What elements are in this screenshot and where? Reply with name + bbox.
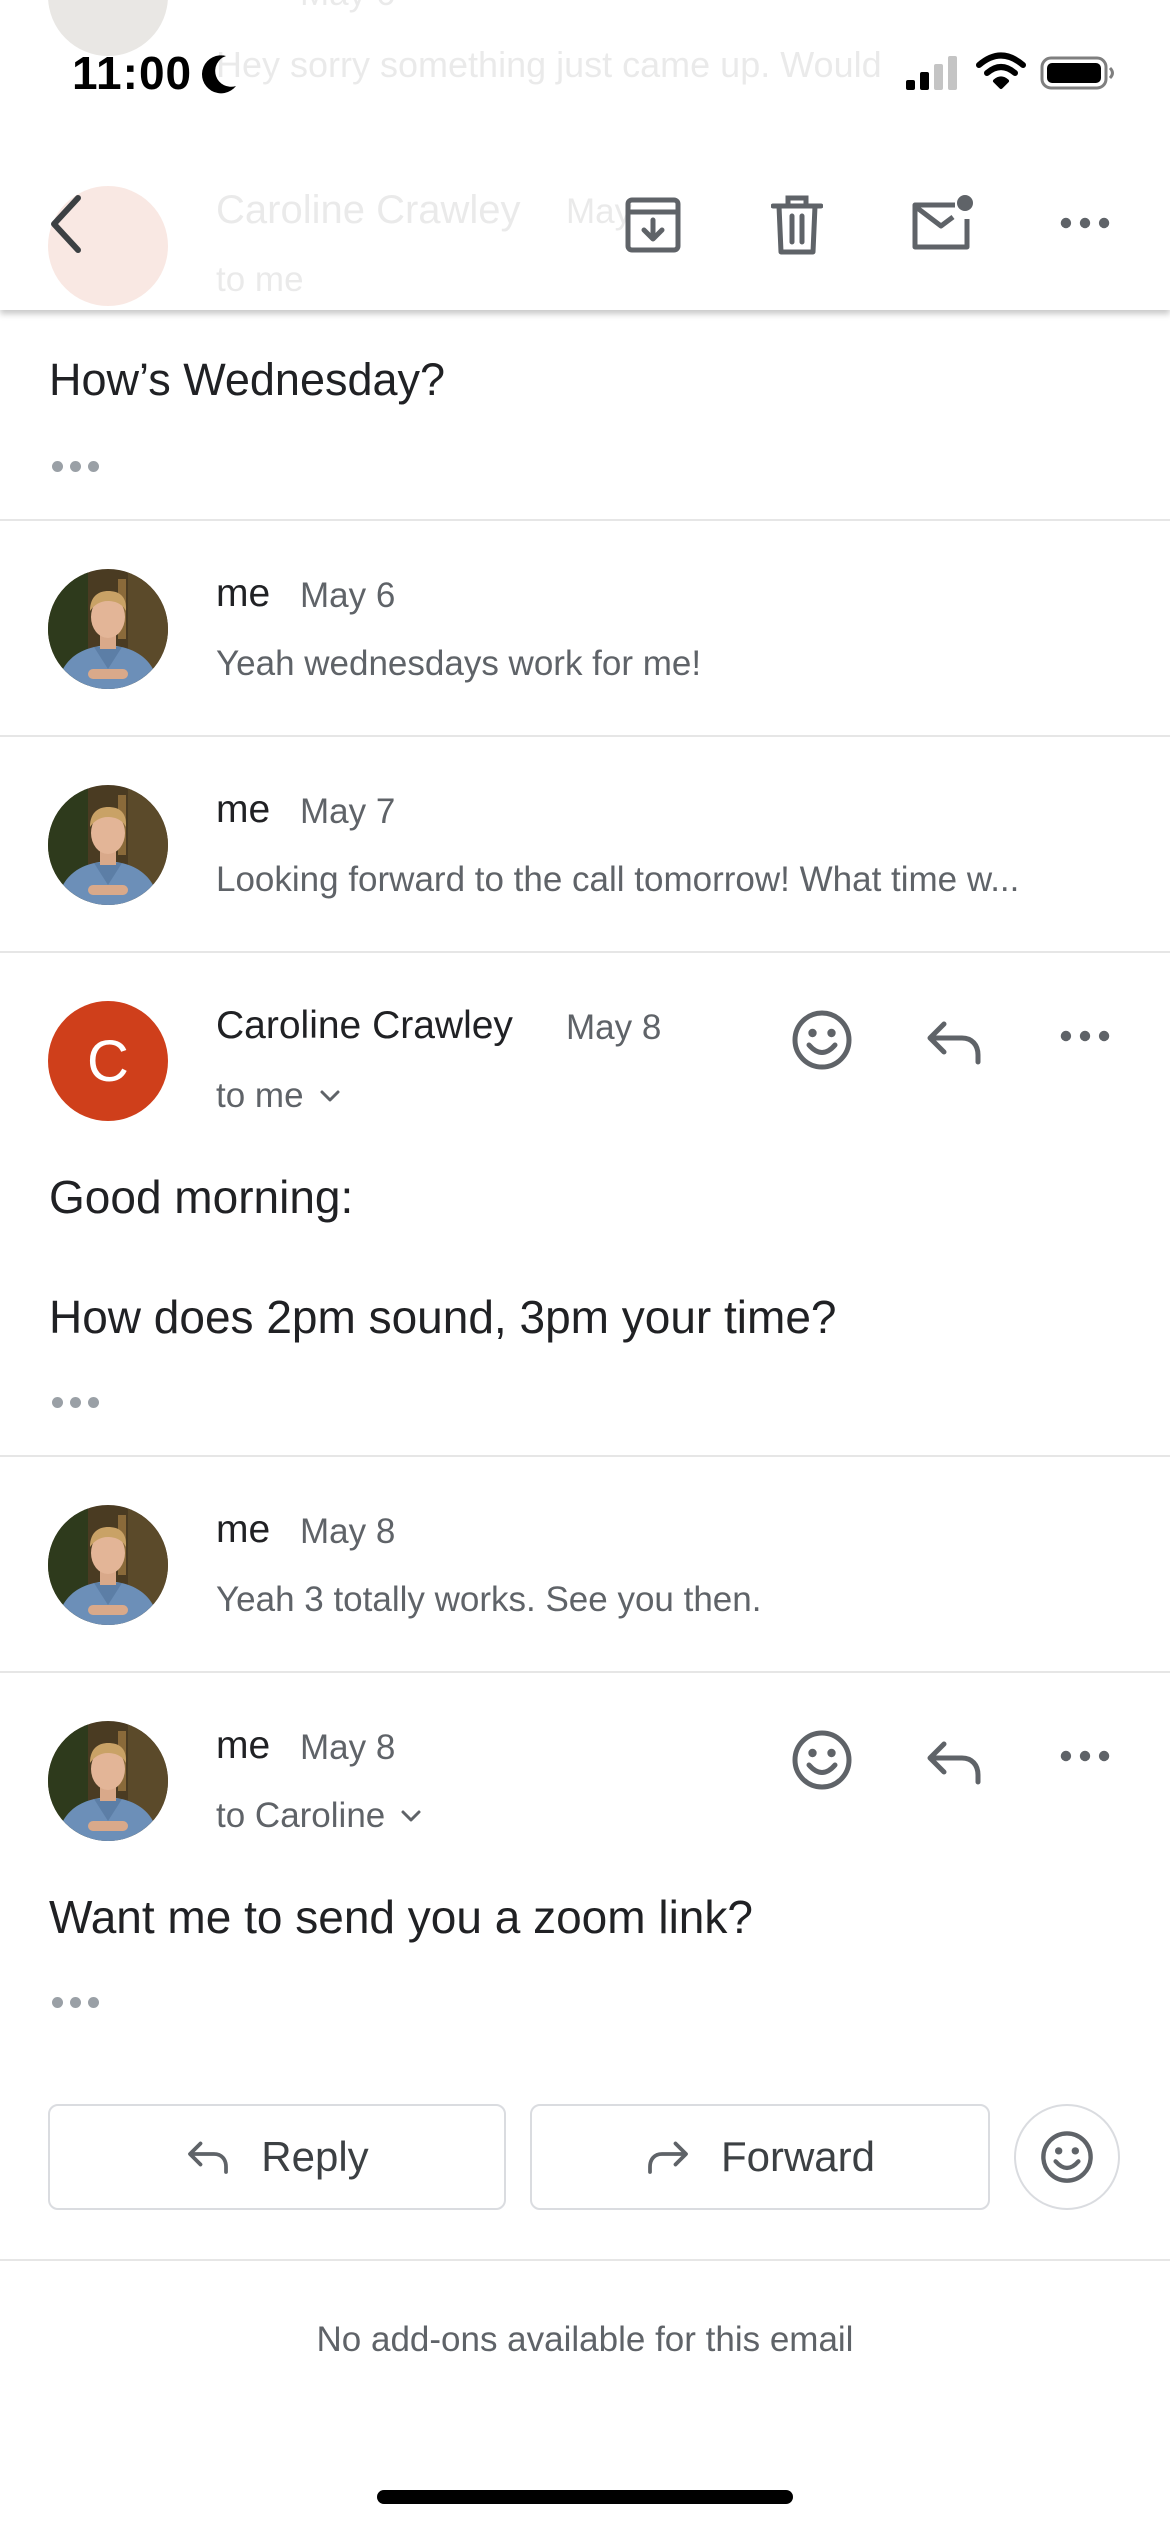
smile-icon — [790, 1008, 854, 1072]
sender-name: me — [216, 788, 271, 831]
smile-icon — [790, 1728, 854, 1792]
top-app-bar: May 6 Hey sorry something just came up. … — [0, 0, 1170, 310]
message-more-button[interactable] — [1050, 1736, 1120, 1776]
forward-label: Forward — [720, 2133, 876, 2180]
recipients-label: to me — [216, 1076, 304, 1115]
message-body-line: Want me to send you a zoom link? — [49, 1891, 753, 1943]
recipients-toggle[interactable]: to me — [216, 1076, 342, 1116]
ghost-to: to me — [216, 260, 304, 299]
avatar — [48, 569, 168, 689]
reply-label: Reply — [261, 2133, 369, 2180]
archive-button[interactable] — [618, 190, 688, 260]
wifi-icon — [976, 52, 1026, 89]
forward-icon — [645, 2139, 691, 2175]
message-more-button[interactable] — [1050, 1016, 1120, 1056]
message-snippet: Yeah 3 totally works. See you then. — [216, 1580, 762, 1619]
message-snippet: Yeah wednesdays work for me! — [216, 644, 702, 683]
add-reaction-button[interactable] — [786, 1724, 858, 1796]
chevron-down-icon — [399, 1808, 423, 1824]
status-time: 11:00 — [72, 47, 193, 99]
message-body-line: Good morning: — [49, 1171, 354, 1223]
mark-unread-button[interactable] — [904, 188, 980, 258]
more-icon — [1059, 1029, 1111, 1043]
sender-name: me — [216, 1508, 271, 1551]
trash-icon — [771, 195, 823, 255]
collapsed-quote-dots[interactable] — [52, 1997, 99, 2008]
recipients-label: to Caroline — [216, 1796, 386, 1835]
divider — [0, 519, 1170, 521]
message-date: May 8 — [300, 1728, 396, 1767]
back-arrow-icon — [51, 195, 81, 253]
more-options-button[interactable] — [1050, 196, 1120, 250]
ghost-date: May 6 — [300, 0, 395, 14]
divider — [0, 2259, 1170, 2261]
avatar — [48, 1505, 168, 1625]
ghost-sender: Caroline Crawley — [216, 188, 521, 232]
smile-icon — [1039, 2129, 1095, 2185]
reply-action-button[interactable]: Reply — [48, 2104, 506, 2210]
reply-button[interactable] — [918, 1010, 990, 1074]
message-date: May 7 — [300, 792, 396, 831]
message-date: May 8 — [300, 1512, 396, 1551]
home-indicator — [377, 2490, 793, 2504]
divider — [0, 1671, 1170, 1673]
forward-action-button[interactable]: Forward — [530, 2104, 990, 2210]
cellular-signal-icon — [906, 56, 957, 90]
message-date: May 8 — [566, 1008, 662, 1047]
reply-button[interactable] — [918, 1730, 990, 1794]
do-not-disturb-moon-icon — [202, 55, 236, 94]
sender-name: me — [216, 1724, 271, 1767]
sender-name: me — [216, 572, 271, 615]
avatar — [48, 1721, 168, 1841]
more-icon — [1059, 216, 1111, 230]
sender-name: Caroline Crawley — [216, 1004, 513, 1047]
thread-subject: How’s Wednesday? — [49, 354, 446, 405]
divider — [0, 951, 1170, 953]
reply-icon — [924, 1738, 984, 1786]
react-emoji-button[interactable] — [1014, 2104, 1120, 2210]
back-button[interactable] — [36, 184, 96, 264]
battery-icon — [1040, 56, 1114, 90]
divider — [0, 735, 1170, 737]
add-reaction-button[interactable] — [786, 1004, 858, 1076]
archive-icon — [625, 197, 681, 253]
avatar-letter: C — [48, 1001, 168, 1121]
ghost-snippet: Hey sorry something just came up. Would — [216, 44, 882, 85]
reply-icon — [924, 1018, 984, 1066]
avatar — [48, 785, 168, 905]
delete-button[interactable] — [762, 190, 832, 260]
mark-unread-icon — [912, 195, 973, 250]
message-date: May 6 — [300, 576, 396, 615]
collapsed-content-dots[interactable] — [52, 461, 99, 472]
chevron-down-icon — [318, 1088, 342, 1104]
collapsed-quote-dots[interactable] — [52, 1397, 99, 1408]
addons-notice: No add-ons available for this email — [316, 2320, 854, 2359]
message-body-line: How does 2pm sound, 3pm your time? — [49, 1291, 837, 1343]
more-icon — [1059, 1749, 1111, 1763]
reply-icon — [185, 2139, 231, 2175]
divider — [0, 1455, 1170, 1457]
message-snippet: Looking forward to the call tomorrow! Wh… — [216, 860, 1020, 899]
recipients-toggle[interactable]: to Caroline — [216, 1796, 423, 1836]
